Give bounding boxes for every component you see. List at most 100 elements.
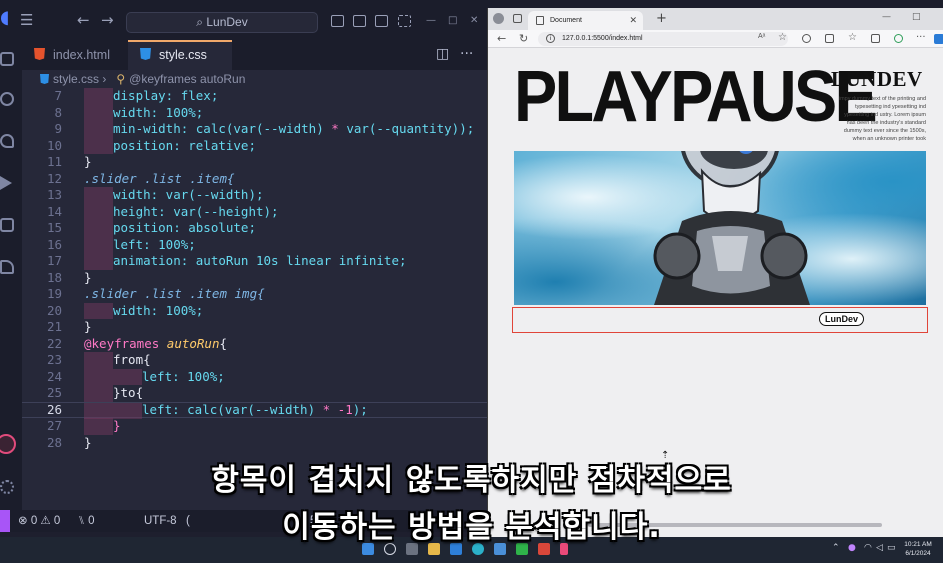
browser-tab-document[interactable]: Document ✕ <box>528 11 643 30</box>
close-window-icon[interactable]: ✕ <box>470 15 478 26</box>
code-line: 27} <box>22 418 487 435</box>
code-text: } <box>84 319 92 334</box>
line-number: 23 <box>46 352 62 367</box>
customize-layout-icon[interactable] <box>398 15 411 27</box>
tab-style-css[interactable]: style.css <box>128 40 232 70</box>
code-line: 16 left: 100%; <box>22 236 487 253</box>
line-number: 9 <box>54 121 62 136</box>
close-tab-icon[interactable]: ✕ <box>629 11 637 30</box>
site-info-icon[interactable]: i <box>546 34 555 43</box>
tab-label: index.html <box>53 48 110 62</box>
code-operator: * <box>331 121 347 136</box>
code-text: var(--quantity)); <box>346 121 475 136</box>
hero-title: PLAYPAUSE <box>514 57 878 137</box>
hamburger-menu-icon[interactable]: ☰ <box>20 12 33 28</box>
code-line: 18} <box>22 270 487 287</box>
line-number: 15 <box>46 220 62 235</box>
new-tab-icon[interactable]: + <box>656 11 667 26</box>
code-editor[interactable]: 7 display: flex; 8 width: 100%; 9 min-width… <box>22 88 507 510</box>
tab-index-html[interactable]: index.html <box>34 40 134 70</box>
browser-essentials-icon[interactable] <box>894 34 903 43</box>
breadcrumb-symbol[interactable]: @keyframes autoRun <box>129 72 245 86</box>
code-line: 23 from{ <box>22 352 487 369</box>
code-text: left: 100%; <box>142 368 225 384</box>
code-selector: .slider .list .item{ <box>84 170 235 186</box>
line-number: 16 <box>46 236 62 252</box>
split-editor-icon[interactable]: ◫ <box>436 46 449 62</box>
search-text: LunDev <box>206 15 248 29</box>
code-value: 10s linear infinite; <box>256 253 407 268</box>
code-text: width: var(--width); <box>113 187 264 202</box>
clock-date: 6/1/2024 <box>905 550 931 557</box>
code-operator: * -1 <box>322 401 353 417</box>
read-aloud-icon[interactable]: Aᵃ <box>758 33 767 42</box>
code-selector: .slider .list .item img{ <box>84 286 265 301</box>
line-number: 25 <box>46 385 62 400</box>
toggle-primary-sidebar-icon[interactable] <box>331 15 344 27</box>
line-number: 26 <box>46 401 62 417</box>
page-icon <box>536 16 544 25</box>
browser-tabbar: Document ✕ + — □ <box>488 8 943 30</box>
forward-arrow-icon[interactable]: → <box>101 12 114 28</box>
code-line: 8 width: 100%; <box>22 104 487 121</box>
run-debug-icon[interactable] <box>0 176 12 190</box>
back-arrow-icon[interactable]: ← <box>77 12 90 28</box>
tab-title: Document <box>550 17 582 24</box>
code-line: 28} <box>22 435 487 452</box>
docker-icon[interactable] <box>0 260 14 274</box>
line-number: 28 <box>46 434 62 450</box>
code-line: 11} <box>22 154 487 171</box>
line-number: 19 <box>46 286 62 301</box>
code-text: from{ <box>113 352 151 367</box>
code-line: 19 .slider .list .item img{ <box>22 286 487 303</box>
code-line: 14 height: var(--height); <box>22 203 487 220</box>
split-screen-icon[interactable] <box>825 34 834 43</box>
maximize-icon[interactable]: □ <box>912 12 921 22</box>
code-line: 21} <box>22 319 487 336</box>
code-text: width: 100%; <box>113 104 204 120</box>
minimize-icon[interactable]: — <box>426 15 436 26</box>
favorites-icon[interactable]: ☆ <box>848 32 857 43</box>
slider-container: LunDev <box>512 307 928 333</box>
robot-figure-icon <box>653 151 810 305</box>
editor-tabs: index.html style.css ◫ ··· <box>22 40 487 70</box>
copilot-icon[interactable] <box>934 34 943 44</box>
breadcrumb-file[interactable]: style.css <box>53 72 99 86</box>
tab-label: style.css <box>159 48 207 62</box>
code-animation-name: autoRun <box>166 335 220 351</box>
maximize-icon[interactable]: □ <box>448 15 457 26</box>
collections-icon[interactable] <box>871 34 880 43</box>
refresh-icon[interactable]: ↻ <box>519 32 528 45</box>
url-text: 127.0.0.1:5500/index.html <box>562 35 643 42</box>
command-center-search[interactable]: ⌕ LunDev <box>126 12 318 33</box>
explorer-icon[interactable] <box>0 52 14 66</box>
code-text: } <box>84 434 92 450</box>
source-control-icon[interactable] <box>0 134 14 148</box>
back-arrow-icon[interactable]: ← <box>497 32 506 45</box>
search-sidebar-icon[interactable] <box>0 92 14 106</box>
hero-image <box>514 151 926 305</box>
code-text: } <box>113 418 121 433</box>
line-number: 10 <box>46 137 62 153</box>
breadcrumb-separator: › <box>99 72 107 86</box>
code-text: } <box>84 269 92 285</box>
account-avatar-icon[interactable] <box>0 434 16 454</box>
toggle-secondary-sidebar-icon[interactable] <box>375 15 388 27</box>
url-field[interactable]: i 127.0.0.1:5500/index.html <box>538 32 788 46</box>
vscode-logo-icon: ◖ <box>0 7 10 28</box>
code-at-rule: @keyframes <box>84 335 167 351</box>
more-actions-icon[interactable]: ··· <box>460 46 473 62</box>
profile-avatar-icon[interactable] <box>493 13 504 24</box>
tab-actions-icon[interactable] <box>513 14 522 23</box>
toggle-panel-icon[interactable] <box>353 15 366 27</box>
minimize-icon[interactable]: — <box>882 12 891 22</box>
hero-description: impy dummy text of the printing and type… <box>838 96 926 142</box>
menu-dots-icon[interactable]: ··· <box>916 32 926 43</box>
code-text: min-width: calc(var(--width) <box>113 121 332 136</box>
code-line: 10 position: relative; <box>22 137 487 154</box>
code-line: 25 }to{ <box>22 385 487 402</box>
extensions-icon[interactable] <box>802 34 811 43</box>
code-text: }to{ <box>113 385 144 400</box>
extensions-icon[interactable] <box>0 218 14 232</box>
favorite-star-icon[interactable]: ☆ <box>778 32 787 43</box>
